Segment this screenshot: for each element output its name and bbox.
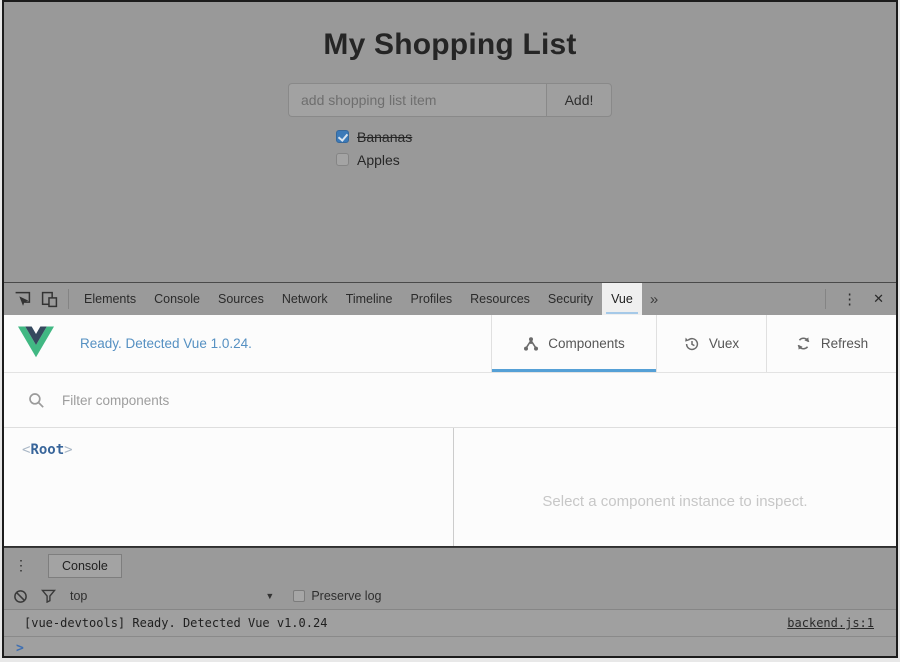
spacer <box>666 283 815 315</box>
context-dropdown-arrow-icon[interactable]: ▼ <box>265 591 274 601</box>
devtools-menu-icon[interactable]: ⋮ <box>832 290 867 308</box>
tab-resources[interactable]: Resources <box>461 283 539 315</box>
execution-context-selector[interactable]: top <box>70 589 87 603</box>
tab-elements[interactable]: Elements <box>75 283 145 315</box>
console-prompt-icon: > <box>16 641 24 656</box>
list-item: Bananas <box>336 125 896 148</box>
console-toolbar: top ▼ Preserve log <box>4 583 896 610</box>
console-log-row: [vue-devtools] Ready. Detected Vue v1.0.… <box>4 610 896 637</box>
tree-node-root[interactable]: <Root> <box>22 442 73 458</box>
vue-tab-label: Vuex <box>709 336 739 351</box>
page-title: My Shopping List <box>4 28 896 62</box>
vue-panel-header: Ready. Detected Vue 1.0.24. Components V… <box>4 315 896 373</box>
vue-tab-vuex[interactable]: Vuex <box>656 315 766 372</box>
log-message: [vue-devtools] Ready. Detected Vue v1.0.… <box>24 616 327 630</box>
item-checkbox[interactable] <box>336 153 349 166</box>
tab-sources[interactable]: Sources <box>209 283 273 315</box>
add-item-form: Add! <box>4 83 896 117</box>
tab-console[interactable]: Console <box>145 283 209 315</box>
shopping-item-input[interactable] <box>288 83 546 117</box>
drawer-tab-console[interactable]: Console <box>48 554 122 578</box>
list-item: Apples <box>336 148 896 171</box>
bracket: > <box>64 442 72 458</box>
item-checkbox[interactable] <box>336 130 349 143</box>
component-name: Root <box>30 442 64 458</box>
item-label: Apples <box>357 152 400 168</box>
filter-components-input[interactable] <box>62 393 362 408</box>
preserve-log-checkbox[interactable] <box>293 590 305 602</box>
inspect-element-icon[interactable] <box>13 290 31 308</box>
devtools-tabbar: Elements Console Sources Network Timelin… <box>4 282 896 315</box>
history-clock-icon <box>684 336 700 352</box>
vue-panel-body: <Root> Select a component instance to in… <box>4 428 896 547</box>
vue-tab-label: Components <box>548 336 625 351</box>
divider <box>825 289 826 309</box>
console-input-row[interactable]: > <box>4 637 896 658</box>
tab-profiles[interactable]: Profiles <box>401 283 461 315</box>
add-item-button[interactable]: Add! <box>546 83 612 117</box>
console-drawer-tabbar: ⋮ Console <box>4 547 896 583</box>
item-label: Bananas <box>357 129 412 145</box>
vue-status-text: Ready. Detected Vue 1.0.24. <box>80 336 252 351</box>
clear-console-icon[interactable] <box>13 589 28 604</box>
tab-vue[interactable]: Vue <box>602 283 642 315</box>
browser-window: My Shopping List Add! Bananas Apples Ele… <box>2 0 898 658</box>
component-tree-pane: <Root> <box>4 428 454 546</box>
empty-state-text: Select a component instance to inspect. <box>542 493 807 510</box>
preserve-log-label: Preserve log <box>311 589 381 603</box>
devtools-close-icon[interactable]: ✕ <box>867 291 896 307</box>
shopping-list: Bananas Apples <box>336 125 896 171</box>
component-filter-bar <box>4 373 896 428</box>
search-icon <box>28 392 45 409</box>
overflow-tabs-chevron-icon[interactable]: » <box>642 283 666 315</box>
log-source-link[interactable]: backend.js:1 <box>787 616 874 630</box>
tab-network[interactable]: Network <box>273 283 337 315</box>
tab-security[interactable]: Security <box>539 283 602 315</box>
vue-tab-components[interactable]: Components <box>491 315 656 372</box>
spacer <box>252 315 491 372</box>
webpage-viewport: My Shopping List Add! Bananas Apples <box>4 2 896 282</box>
tab-timeline[interactable]: Timeline <box>337 283 402 315</box>
component-inspector-pane: Select a component instance to inspect. <box>454 428 896 546</box>
vue-refresh-button[interactable]: Refresh <box>766 315 896 372</box>
refresh-icon <box>795 335 812 352</box>
vue-logo-icon <box>18 325 54 363</box>
components-tree-icon <box>523 336 539 352</box>
drawer-menu-icon[interactable]: ⋮ <box>4 557 36 574</box>
filter-icon[interactable] <box>41 589 56 603</box>
device-toolbar-icon[interactable] <box>40 290 58 308</box>
divider <box>68 289 69 309</box>
vue-tab-label: Refresh <box>821 336 868 351</box>
